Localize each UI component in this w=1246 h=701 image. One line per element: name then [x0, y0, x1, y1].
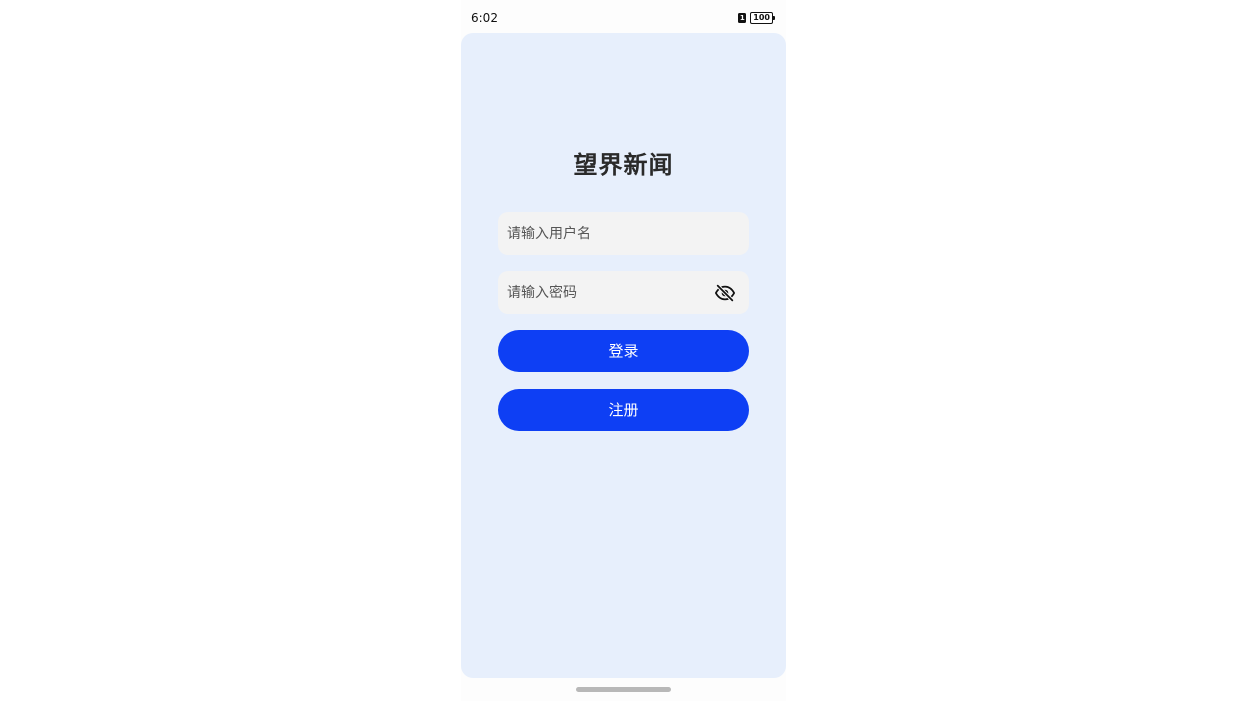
battery-icon: 100	[750, 12, 775, 24]
password-field-container	[498, 271, 749, 314]
register-button[interactable]: 注册	[498, 389, 749, 431]
status-bar: 6:02 1 100	[461, 0, 786, 34]
battery-tip	[773, 16, 775, 20]
status-time: 6:02	[471, 11, 498, 25]
home-indicator[interactable]	[576, 687, 671, 692]
sim-card-icon: 1	[738, 13, 747, 23]
password-input[interactable]	[507, 271, 707, 314]
eye-off-icon[interactable]	[714, 282, 736, 304]
app-title: 望界新闻	[573, 151, 674, 179]
login-card: 望界新闻 登录 注册	[461, 33, 786, 678]
username-field-container	[498, 212, 749, 255]
status-indicators: 1 100	[738, 12, 775, 24]
username-input[interactable]	[507, 212, 707, 255]
battery-level: 100	[750, 12, 773, 24]
phone-screen: 6:02 1 100 望界新闻 登录	[461, 0, 786, 701]
login-button[interactable]: 登录	[498, 330, 749, 372]
